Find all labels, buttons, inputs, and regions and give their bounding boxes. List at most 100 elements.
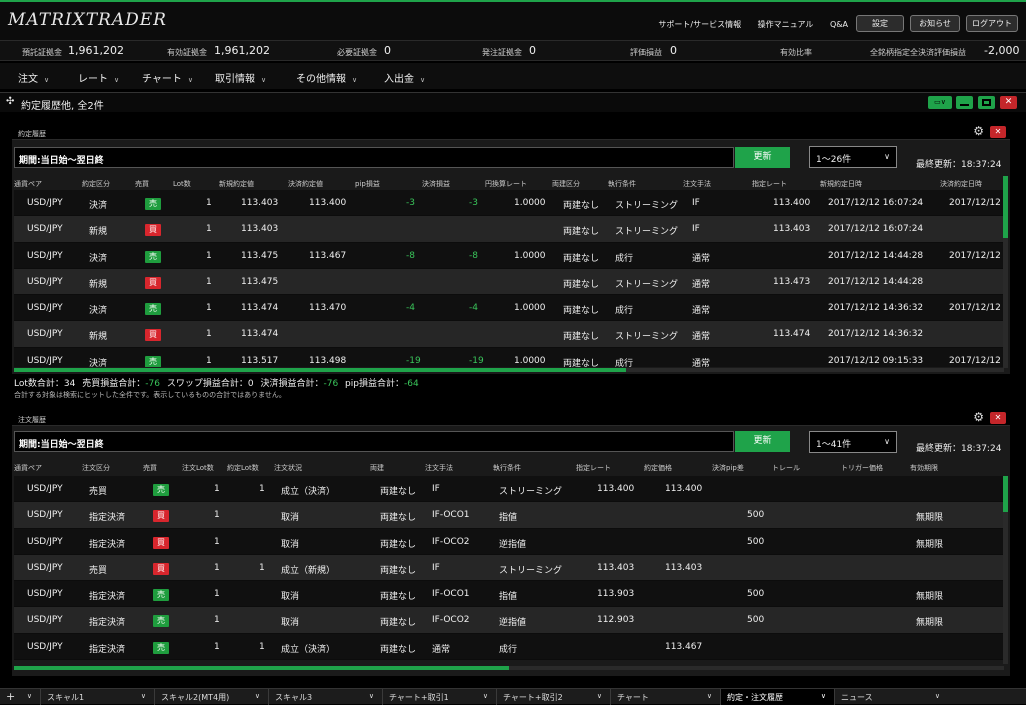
table-row[interactable]: USD/JPY 決済 売 1 113.403 113.400 -3 -3 1.0…	[14, 190, 1004, 217]
order-filter-field[interactable]: 期間:当日始～翌日終	[14, 431, 734, 452]
sell-badge: 売	[153, 641, 169, 654]
minimize-button[interactable]	[956, 96, 973, 109]
close-panel-button[interactable]: ✕	[1000, 96, 1017, 109]
order-history-header: 注文履歴 ⚙ ✕	[12, 410, 1010, 426]
execution-range-select[interactable]: 1～26件 ∨	[809, 146, 897, 168]
order-horizontal-scrollbar[interactable]	[14, 666, 1004, 670]
order-last-update: 最終更新：18:37:24	[916, 444, 1002, 454]
table-row[interactable]: USD/JPY 指定決済 買 1 取消 両建なし IF-OCO2 逆指値 500…	[14, 528, 1004, 555]
order-margin-label: 発注証拠金	[482, 48, 522, 57]
layout-menu-button[interactable]: ▭∨	[928, 96, 952, 109]
order-vertical-scrollbar[interactable]	[1003, 476, 1008, 664]
order-margin-value: 0	[529, 44, 536, 57]
panel-header: ✣ 約定履歴他, 全2件 ▭∨ ✕	[0, 92, 1026, 112]
execution-history-title: 約定履歴	[18, 130, 46, 138]
required-margin-label: 必要証拠金	[337, 48, 377, 57]
table-row[interactable]: USD/JPY 新規 買 1 113.403 両建なし ストリーミング IF 1…	[14, 216, 1004, 243]
pip-pl-total: -64	[403, 379, 419, 389]
tab-history[interactable]: 約定・注文履歴 ∨	[720, 689, 834, 705]
plus-icon: +	[6, 690, 16, 703]
maximize-button[interactable]	[978, 96, 995, 109]
table-row[interactable]: USD/JPY 決済 売 1 113.474 113.470 -4 -4 1.0…	[14, 295, 1004, 322]
chevron-down-icon: ∨	[420, 76, 426, 84]
equity-value: 1,961,202	[214, 44, 270, 57]
menu-deposit[interactable]: 入出金 ∨	[384, 70, 425, 85]
gear-icon[interactable]: ⚙	[973, 124, 984, 138]
summary-note: 合計する対象は検索にヒットした全件です。表示しているものの合計ではありません。	[14, 391, 286, 399]
table-row[interactable]: USD/JPY 新規 買 1 113.474 両建なし ストリーミング 通常 1…	[14, 321, 1004, 348]
close-all-pl-label: 全銘柄指定全決済評価損益	[870, 48, 966, 57]
tab-scalp3[interactable]: スキャル3 ∨	[268, 689, 382, 705]
sell-badge: 売	[153, 484, 169, 496]
support-link[interactable]: サポート/サービス情報	[658, 20, 741, 29]
deposit-label: 預託証拠金	[22, 48, 62, 57]
trade-pl-total: -76	[145, 379, 160, 389]
account-summary-bar: 預託証拠金 1,961,202 有効証拠金 1,961,202 必要証拠金 0 …	[0, 40, 1026, 61]
gear-icon[interactable]: ⚙	[973, 410, 984, 424]
scroll-thumb[interactable]	[14, 666, 509, 670]
buy-badge: 買	[145, 276, 161, 289]
chevron-down-icon: ∨	[884, 437, 890, 446]
execution-table-body: USD/JPY 決済 売 1 113.403 113.400 -3 -3 1.0…	[14, 190, 1004, 367]
table-row[interactable]: USD/JPY 売買 売 1 1 成立（決済） 両建なし IF ストリーミング …	[14, 476, 1004, 503]
chevron-down-icon: ∨	[114, 76, 120, 84]
chevron-down-icon: ∨	[140, 692, 146, 700]
buy-badge: 買	[145, 329, 161, 342]
scroll-thumb[interactable]	[1003, 476, 1008, 512]
tab-scalp1[interactable]: スキャル1 ∨	[40, 689, 154, 705]
table-row[interactable]: USD/JPY 売買 買 1 1 成立（新規） 両建なし IF ストリーミング …	[14, 554, 1004, 582]
order-range-select[interactable]: 1～41件 ∨	[809, 431, 897, 453]
settings-button[interactable]: 設定	[856, 15, 904, 32]
tab-chart[interactable]: チャート ∨	[610, 689, 720, 705]
maximize-icon	[982, 99, 991, 106]
scroll-thumb[interactable]	[14, 368, 626, 372]
chevron-down-icon: ∨	[352, 76, 358, 84]
table-row[interactable]: USD/JPY 新規 買 1 113.475 両建なし ストリーミング 通常 1…	[14, 268, 1004, 296]
close-icon[interactable]: ✕	[990, 126, 1006, 138]
menu-other-info[interactable]: その他情報 ∨	[296, 70, 357, 85]
chevron-down-icon: ∨	[596, 692, 602, 700]
execution-horizontal-scrollbar[interactable]	[14, 368, 1004, 372]
order-update-button[interactable]: 更新	[735, 431, 790, 452]
menu-order[interactable]: 注文 ∨	[18, 70, 49, 85]
qa-link[interactable]: Q&A	[830, 20, 848, 29]
manual-link[interactable]: 操作マニュアル	[758, 20, 814, 29]
table-row[interactable]: USD/JPY 指定決済 売 1 1 成立（決済） 両建なし 通常 成行 113…	[14, 633, 1004, 661]
table-row[interactable]: USD/JPY 指定決済 売 1 取消 両建なし IF-OCO1 指値 113.…	[14, 581, 1004, 608]
table-row[interactable]: USD/JPY 指定決済 買 1 取消 両建なし IF-OCO1 指値 500 …	[14, 502, 1004, 529]
move-icon[interactable]: ✣	[6, 96, 14, 107]
table-row[interactable]: USD/JPY 決済 売 1 113.475 113.467 -8 -8 1.0…	[14, 242, 1004, 269]
chevron-down-icon: ∨	[26, 692, 32, 700]
execution-history-header: 約定履歴 ⚙ ✕	[12, 124, 1010, 140]
tab-scalp2[interactable]: スキャル2(MT4用) ∨	[154, 689, 268, 705]
order-history-title: 注文履歴	[18, 416, 46, 424]
menu-rate[interactable]: レート ∨	[78, 70, 119, 85]
table-row[interactable]: USD/JPY 決済 売 1 113.517 113.498 -19 -19 1…	[14, 347, 1004, 367]
sell-badge: 売	[145, 355, 161, 367]
menu-chart[interactable]: チャート ∨	[142, 70, 193, 85]
tab-chart-trade1[interactable]: チャート+取引1 ∨	[382, 689, 496, 705]
chevron-down-icon: ∨	[261, 76, 267, 84]
close-icon[interactable]: ✕	[990, 412, 1006, 424]
tab-chart-trade2[interactable]: チャート+取引2 ∨	[496, 689, 610, 705]
table-row[interactable]: USD/JPY 指定決済 売 1 取消 両建なし IF-OCO2 逆指値 112…	[14, 607, 1004, 634]
execution-filter-field[interactable]: 期間:当日始～翌日終	[14, 147, 734, 168]
buy-badge: 買	[153, 536, 169, 549]
chevron-down-icon: ∨	[44, 76, 50, 84]
sell-badge: 売	[153, 615, 169, 628]
scroll-thumb[interactable]	[1003, 176, 1008, 238]
add-tab-button[interactable]: + ∨	[0, 689, 40, 705]
logout-button[interactable]: ログアウト	[966, 15, 1018, 32]
notice-button[interactable]: お知らせ	[910, 15, 960, 32]
deposit-value: 1,961,202	[68, 44, 124, 57]
workspace-tabs: + ∨ スキャル1 ∨ スキャル2(MT4用) ∨ スキャル3 ∨ チャート+取引1 ∨ …	[0, 688, 1026, 705]
execution-vertical-scrollbar[interactable]	[1003, 176, 1008, 368]
tab-news[interactable]: ニュース ∨	[834, 689, 948, 705]
required-margin-value: 0	[384, 44, 391, 57]
sell-badge: 売	[153, 589, 169, 602]
buy-badge: 買	[153, 510, 169, 523]
menu-trade-info[interactable]: 取引情報 ∨	[215, 70, 266, 85]
sell-badge: 売	[145, 198, 161, 210]
execution-update-button[interactable]: 更新	[735, 147, 790, 168]
app-logo: MATRIXTRADER	[8, 10, 167, 30]
